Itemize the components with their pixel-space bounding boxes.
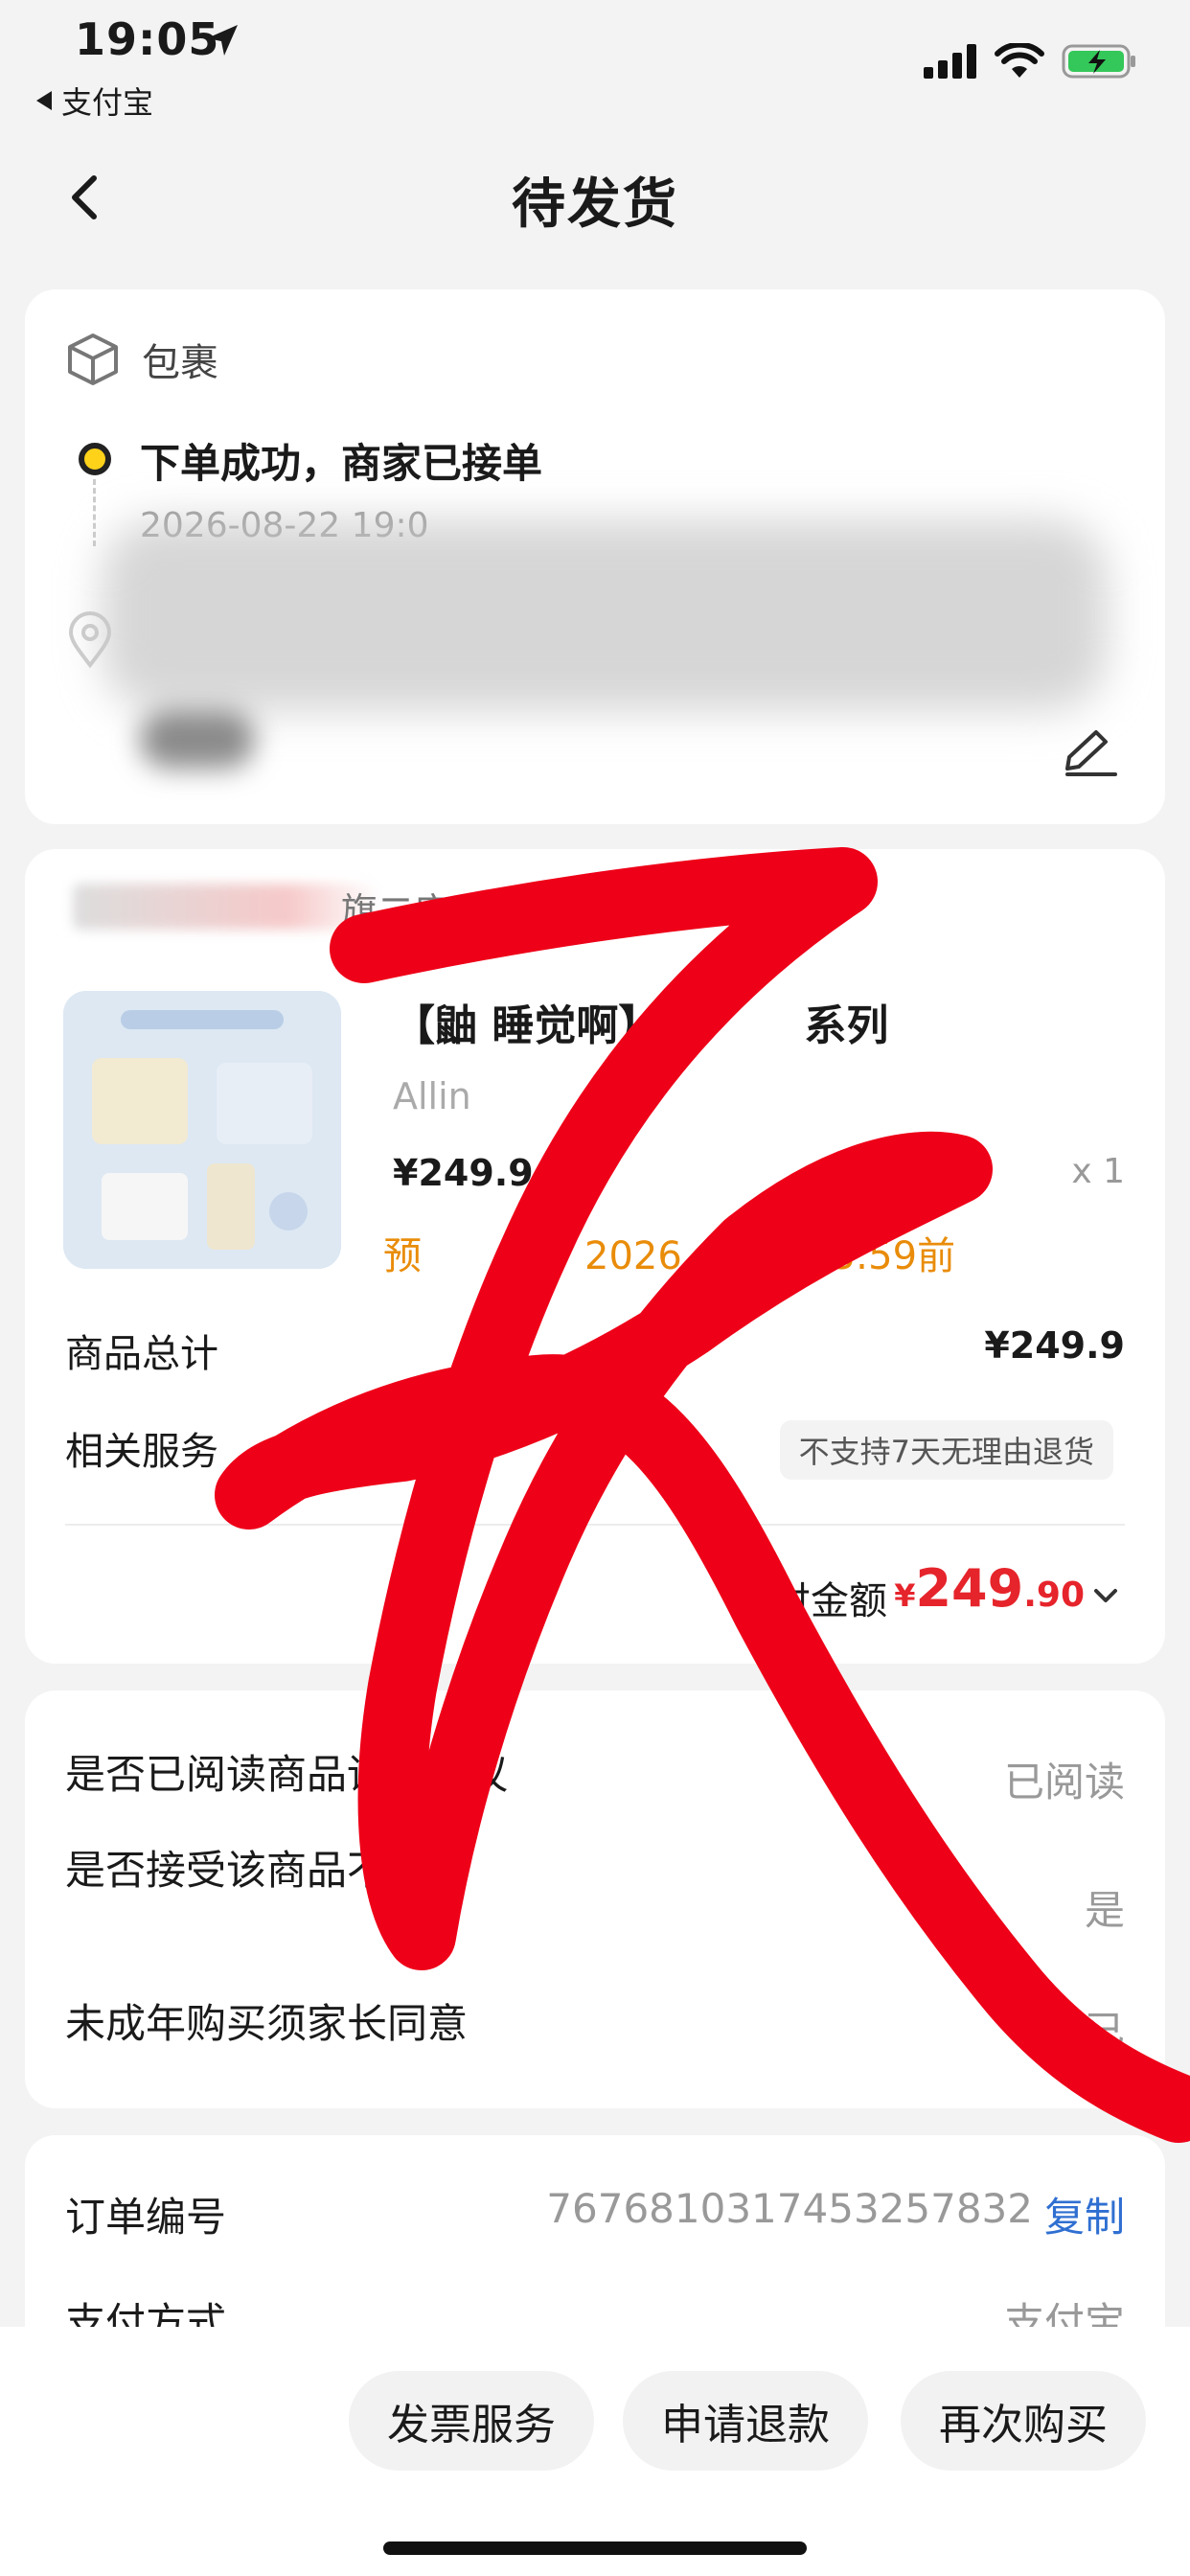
status-time: 19:05 bbox=[75, 13, 220, 65]
bottom-action-bar: 发票服务 申请退款 再次购买 bbox=[0, 2327, 1190, 2576]
total-label: 商品总计 bbox=[65, 1332, 218, 1376]
redacted-address-dark bbox=[140, 711, 255, 769]
shipping-deadline: 预 货 2026 23:59前 bbox=[383, 1225, 955, 1280]
paid-decimal: .90 bbox=[1023, 1576, 1085, 1615]
agreement-minor-label: 未成年购买须家长同意 bbox=[65, 2000, 469, 2047]
product-card: 旗二店 【鼬 睡觉啊】 系列 Allin ¥249.9 x 1 预 货 2026 23:… bbox=[25, 849, 1165, 1664]
total-value: ¥249.9 bbox=[984, 1324, 1125, 1367]
order-number-value: 7676810317453257832 bbox=[546, 2185, 1033, 2232]
product-sku: Allin bbox=[393, 1075, 471, 1117]
agreement-read-label: 是否已阅读商品详情协议 bbox=[65, 1751, 509, 1798]
invoice-button[interactable]: 发票服务 bbox=[349, 2371, 594, 2471]
product-thumbnail[interactable] bbox=[63, 991, 341, 1269]
paid-integer: 249 bbox=[915, 1558, 1024, 1619]
timeline-dot bbox=[79, 443, 111, 475]
service-tag: 不支持7天无理由退货 bbox=[779, 1420, 1113, 1480]
page-title: 待发货 bbox=[512, 173, 678, 236]
back-to-app-link[interactable]: 支付宝 bbox=[36, 79, 153, 123]
agreement-read-value: 已阅读 bbox=[1003, 1759, 1125, 1806]
package-status: 下单成功，商家已接单 bbox=[140, 440, 543, 487]
back-triangle-icon bbox=[36, 91, 52, 110]
paid-amount[interactable]: ¥249.90 bbox=[894, 1558, 1085, 1619]
ship-prefix: 预 bbox=[383, 1234, 422, 1278]
refund-button[interactable]: 申请退款 bbox=[623, 2371, 868, 2471]
agreement-minor-value: 我已 bbox=[1043, 2008, 1125, 2055]
paid-currency: ¥ bbox=[894, 1577, 916, 1614]
location-arrow-icon bbox=[207, 25, 238, 56]
service-label: 相关服务 bbox=[65, 1430, 218, 1474]
product-price: ¥249.9 bbox=[393, 1152, 534, 1194]
agreements-card: 是否已阅读商品详情协议 已阅读 是否接受该商品不退款 是 未成年购买须家长同意 … bbox=[25, 1690, 1165, 2108]
divider bbox=[65, 1524, 1125, 1526]
ship-time: 23:59前 bbox=[806, 1234, 956, 1278]
product-image bbox=[63, 991, 341, 1269]
ship-year: 2026 bbox=[584, 1234, 682, 1278]
rebuy-button[interactable]: 再次购买 bbox=[901, 2371, 1146, 2471]
redacted-address bbox=[102, 519, 1108, 711]
shop-name-tail[interactable]: 旗二店 bbox=[341, 882, 450, 934]
back-app-label: 支付宝 bbox=[61, 84, 154, 121]
signal-icon bbox=[924, 44, 976, 79]
package-header-label: 包裹 bbox=[142, 341, 218, 385]
edit-icon[interactable] bbox=[1062, 726, 1121, 778]
status-indicators bbox=[924, 42, 1138, 80]
home-indicator[interactable] bbox=[383, 2542, 807, 2555]
package-card: 包裹 下单成功，商家已接单 2026-08-22 19:0 bbox=[25, 289, 1165, 824]
product-title-main: 【鼬 睡觉啊】 bbox=[393, 1001, 661, 1050]
agreement-norefund-label: 是否接受该商品不退款 bbox=[65, 1847, 469, 1894]
product-title[interactable]: 【鼬 睡觉啊】 系列 bbox=[393, 991, 888, 1052]
copy-button[interactable]: 复制 bbox=[1044, 2185, 1125, 2243]
agreement-norefund-value: 是 bbox=[1084, 1887, 1125, 1934]
timeline-line bbox=[93, 479, 96, 546]
paid-label: 付金额 bbox=[772, 1579, 887, 1623]
product-title-tail: 系列 bbox=[804, 1001, 889, 1050]
redacted-shop-name bbox=[73, 884, 379, 930]
package-header: 包裹 bbox=[65, 332, 218, 387]
battery-charging-icon bbox=[1062, 44, 1135, 79]
product-quantity: x 1 bbox=[1071, 1152, 1125, 1191]
package-box-icon bbox=[68, 334, 118, 385]
wifi-icon bbox=[995, 43, 1044, 78]
chevron-down-icon[interactable] bbox=[1092, 1587, 1119, 1606]
order-number-label: 订单编号 bbox=[65, 2194, 227, 2241]
ship-mid: 货 bbox=[506, 1234, 544, 1278]
